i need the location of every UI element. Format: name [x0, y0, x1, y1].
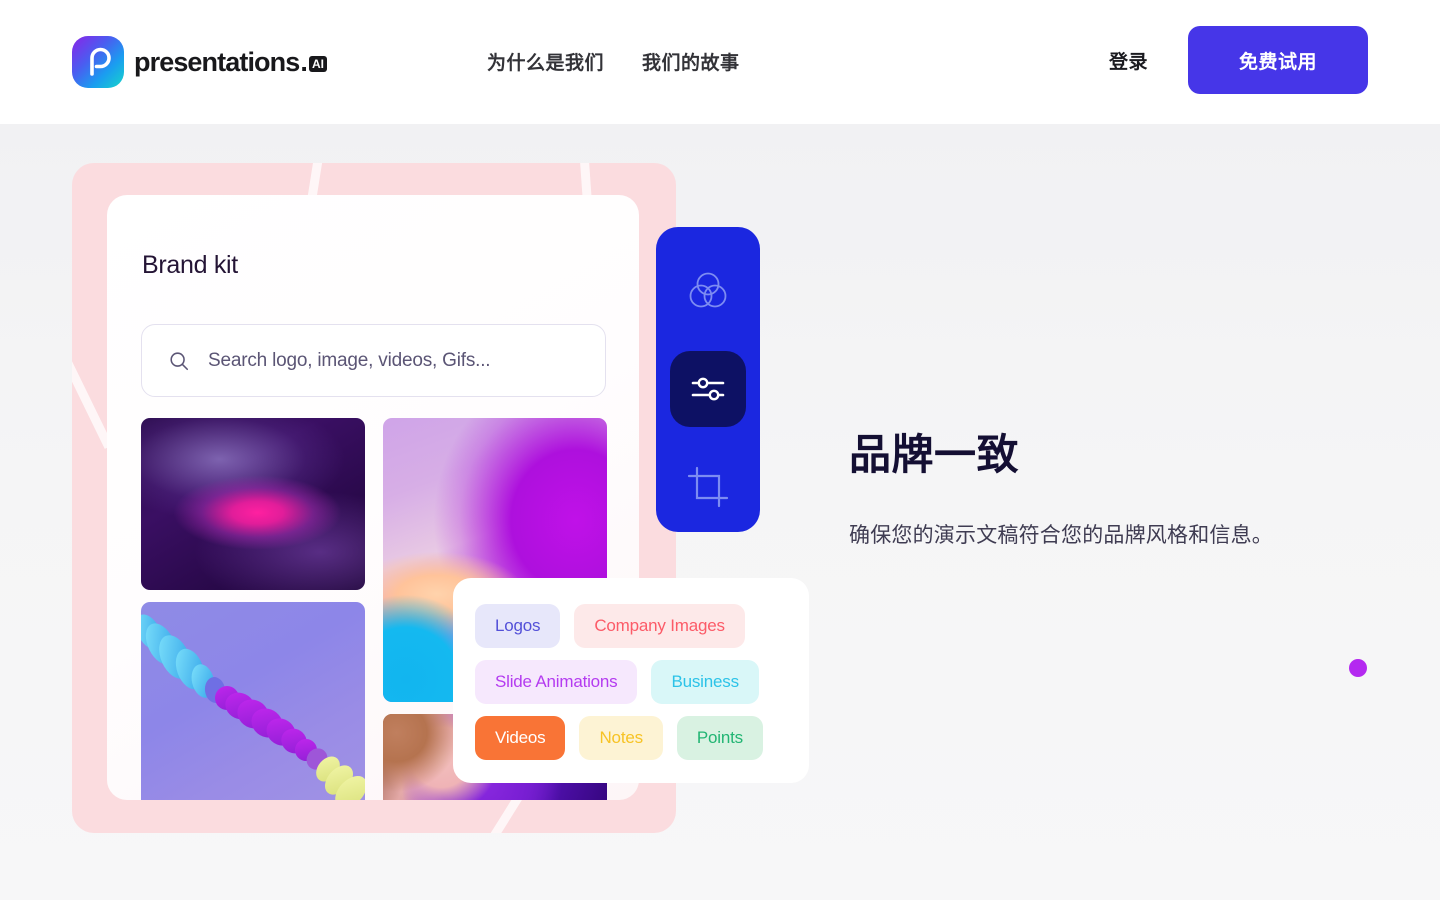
feature-copy: 品牌一致 确保您的演示文稿符合您的品牌风格和信息。 — [849, 430, 1369, 552]
header-actions: 登录 免费试用 — [1109, 26, 1368, 94]
toolbar-item-adjust[interactable] — [670, 351, 746, 427]
thumbnail-art — [141, 418, 365, 590]
tag-company-images[interactable]: Company Images — [574, 604, 745, 648]
tag-row: Logos Company Images — [475, 604, 787, 648]
editor-toolbar — [656, 227, 760, 532]
color-circles-icon — [689, 272, 727, 308]
search-input[interactable]: Search logo, image, videos, Gifs... — [141, 324, 606, 397]
search-placeholder: Search logo, image, videos, Gifs... — [208, 349, 491, 371]
brand-name: presentations — [134, 46, 300, 77]
feature-subcopy: 确保您的演示文稿符合您的品牌风格和信息。 — [849, 524, 1273, 548]
tag-points[interactable]: Points — [676, 716, 763, 760]
helix-art — [141, 614, 365, 800]
nav-item-our-story[interactable]: 我们的故事 — [642, 48, 740, 75]
tag-notes[interactable]: Notes — [579, 716, 663, 760]
tag-row: Slide Animations Business — [475, 660, 787, 704]
search-icon — [170, 351, 189, 370]
crop-icon — [687, 466, 729, 508]
brand-ai-badge: AI — [308, 55, 327, 72]
login-link[interactable]: 登录 — [1109, 47, 1148, 74]
main-navigation: 为什么是我们 我们的故事 — [487, 48, 740, 75]
p-glyph-icon — [90, 47, 111, 76]
tag-slide-animations[interactable]: Slide Animations — [475, 660, 638, 704]
tag-business[interactable]: Business — [651, 660, 759, 704]
tag-row: Videos Notes Points — [475, 716, 787, 760]
brand-logo[interactable]: presentations. AI — [72, 36, 327, 88]
free-trial-button[interactable]: 免费试用 — [1188, 26, 1368, 94]
thumbnail-helix-spiral[interactable] — [141, 602, 365, 800]
feature-headline: 品牌一致 — [849, 431, 1020, 478]
brand-kit-tags-panel: Logos Company Images Slide Animations Bu… — [453, 578, 809, 783]
toolbar-item-crop[interactable] — [670, 449, 746, 525]
presentations-ai-logo-icon — [72, 36, 124, 88]
nav-item-why-us[interactable]: 为什么是我们 — [487, 48, 604, 75]
site-header: presentations. AI 为什么是我们 我们的故事 登录 免费试用 — [0, 0, 1440, 124]
accent-dot — [1349, 659, 1367, 677]
tag-videos[interactable]: Videos — [475, 716, 566, 760]
brand-kit-title: Brand kit — [142, 251, 238, 279]
sliders-icon — [691, 377, 725, 401]
tag-logos[interactable]: Logos — [475, 604, 561, 648]
thumbnail-purple-aurora[interactable] — [141, 418, 365, 590]
brand-wordmark: presentations. AI — [134, 47, 327, 78]
toolbar-item-colors[interactable] — [670, 253, 746, 329]
